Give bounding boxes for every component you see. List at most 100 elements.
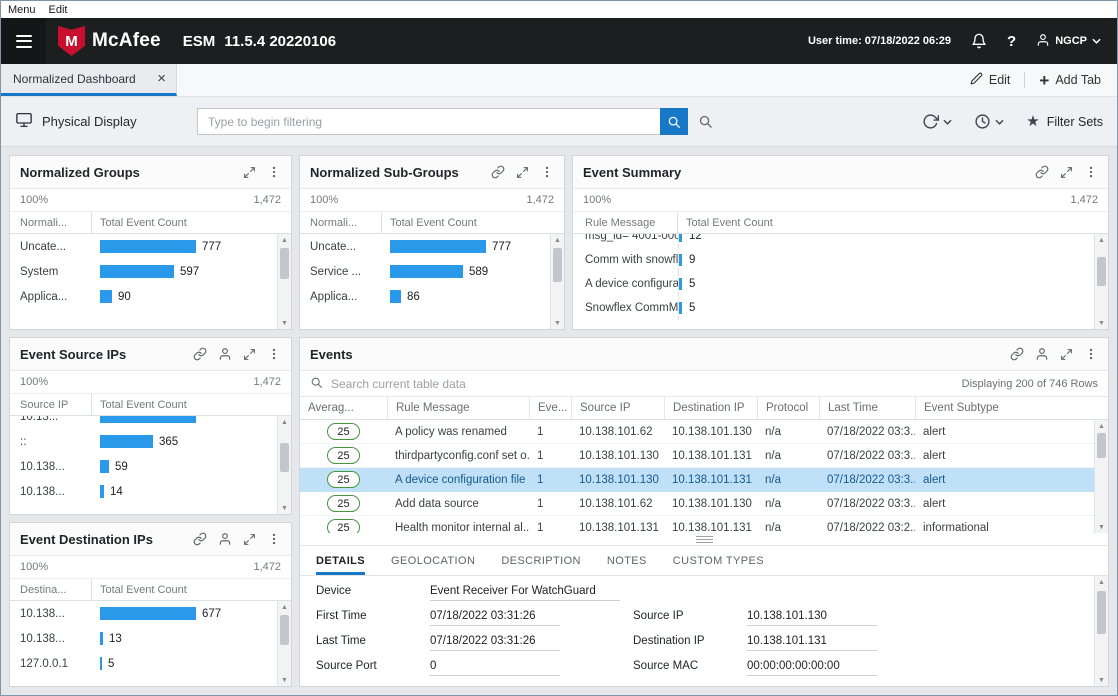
- add-tab-button[interactable]: + Add Tab: [1039, 72, 1101, 89]
- filter-input[interactable]: [197, 108, 660, 135]
- scroll-track[interactable]: [278, 613, 291, 674]
- close-tab-icon[interactable]: ×: [157, 71, 166, 86]
- detail-tab-custom-types[interactable]: CUSTOM TYPES: [673, 546, 764, 575]
- scroll-up-icon[interactable]: ▲: [278, 416, 291, 428]
- menu-item-menu[interactable]: Menu: [8, 4, 36, 16]
- kebab-icon[interactable]: [267, 532, 281, 546]
- event-row[interactable]: 25A device configuration file ...110.138…: [300, 468, 1094, 492]
- scroll-up-icon[interactable]: ▲: [1095, 420, 1108, 432]
- scroll-thumb[interactable]: [1097, 433, 1106, 458]
- summary-row[interactable]: A device configurat...5: [573, 272, 1094, 296]
- expand-icon[interactable]: [1060, 166, 1073, 179]
- scroll-down-icon[interactable]: ▼: [1095, 317, 1108, 329]
- scroll-track[interactable]: [1095, 246, 1108, 317]
- detail-tab-geolocation[interactable]: GEOLOCATION: [391, 546, 475, 575]
- vertical-scrollbar[interactable]: ▲▼: [277, 416, 291, 514]
- detail-tab-notes[interactable]: NOTES: [607, 546, 647, 575]
- bar-row[interactable]: 10.138...14: [10, 479, 277, 504]
- column-header[interactable]: Total Event Count: [678, 212, 773, 233]
- scroll-thumb[interactable]: [280, 615, 289, 646]
- vertical-scrollbar[interactable]: ▲▼: [550, 234, 564, 329]
- column-header[interactable]: Total Event Count: [382, 212, 477, 233]
- scroll-down-icon[interactable]: ▼: [278, 674, 291, 686]
- expand-icon[interactable]: [1060, 348, 1073, 361]
- bar-row[interactable]: 10.13...: [10, 416, 277, 429]
- scroll-down-icon[interactable]: ▼: [278, 317, 291, 329]
- events-column-header[interactable]: Eve...: [529, 397, 571, 419]
- kebab-icon[interactable]: [1084, 165, 1098, 179]
- summary-row[interactable]: msg_id= 4001-000...12: [573, 234, 1094, 248]
- scroll-up-icon[interactable]: ▲: [1095, 576, 1108, 588]
- event-row[interactable]: 25thirdpartyconfig.conf set o...110.138.…: [300, 444, 1094, 468]
- scroll-track[interactable]: [278, 428, 291, 502]
- tab-normalized-dashboard[interactable]: Normalized Dashboard ×: [1, 64, 177, 96]
- events-column-header[interactable]: Event Subtype: [915, 397, 1094, 419]
- events-scrollbar[interactable]: ▲▼: [1094, 420, 1108, 533]
- scroll-up-icon[interactable]: ▲: [1095, 234, 1108, 246]
- summary-row[interactable]: Snowflex CommMg...5: [573, 296, 1094, 320]
- kebab-icon[interactable]: [267, 165, 281, 179]
- detail-tab-details[interactable]: DETAILS: [316, 546, 365, 575]
- user-icon[interactable]: [1035, 347, 1049, 361]
- menu-item-edit[interactable]: Edit: [49, 4, 68, 16]
- events-column-header[interactable]: Destination IP: [664, 397, 757, 419]
- bar-row[interactable]: 10.138...13: [10, 626, 277, 651]
- kebab-icon[interactable]: [267, 347, 281, 361]
- bar-row[interactable]: 127.0.0.15: [10, 651, 277, 676]
- scroll-thumb[interactable]: [553, 248, 562, 282]
- column-header[interactable]: Rule Message: [573, 212, 678, 233]
- resize-grip[interactable]: [300, 533, 1108, 546]
- kebab-icon[interactable]: [1084, 347, 1098, 361]
- physical-display-selector[interactable]: Physical Display: [15, 111, 197, 132]
- scroll-up-icon[interactable]: ▲: [278, 234, 291, 246]
- filter-sets-button[interactable]: ★ Filter Sets: [1026, 114, 1103, 129]
- scroll-track[interactable]: [1095, 432, 1108, 521]
- scroll-track[interactable]: [1095, 588, 1108, 674]
- bar-row[interactable]: 10.138...59: [10, 454, 277, 479]
- column-header[interactable]: Source IP: [10, 394, 92, 415]
- events-column-header[interactable]: Protocol: [757, 397, 819, 419]
- column-header[interactable]: Normali...: [10, 212, 92, 233]
- notifications-bell-icon[interactable]: [971, 33, 987, 49]
- expand-icon[interactable]: [243, 348, 256, 361]
- scroll-down-icon[interactable]: ▼: [1095, 674, 1108, 686]
- scroll-thumb[interactable]: [280, 248, 289, 279]
- bar-row[interactable]: Uncate...777: [10, 234, 277, 259]
- column-header[interactable]: Total Event Count: [92, 579, 187, 600]
- scroll-thumb[interactable]: [1097, 591, 1106, 634]
- scroll-thumb[interactable]: [1097, 257, 1106, 285]
- expand-icon[interactable]: [243, 166, 256, 179]
- expand-icon[interactable]: [516, 166, 529, 179]
- bar-row[interactable]: Service ...589: [300, 259, 550, 284]
- scroll-thumb[interactable]: [280, 443, 289, 473]
- expand-icon[interactable]: [243, 533, 256, 546]
- events-column-header[interactable]: Last Time: [819, 397, 915, 419]
- scroll-down-icon[interactable]: ▼: [278, 502, 291, 514]
- bar-row[interactable]: Uncate...777: [300, 234, 550, 259]
- user-icon[interactable]: [218, 347, 232, 361]
- column-header[interactable]: Total Event Count: [92, 212, 187, 233]
- column-header[interactable]: Normali...: [300, 212, 382, 233]
- details-scrollbar[interactable]: ▲▼: [1094, 576, 1108, 686]
- bar-row[interactable]: Applica...90: [10, 284, 277, 309]
- bar-row[interactable]: ::365: [10, 429, 277, 454]
- bar-row[interactable]: System597: [10, 259, 277, 284]
- vertical-scrollbar[interactable]: ▲▼: [277, 601, 291, 686]
- scroll-up-icon[interactable]: ▲: [278, 601, 291, 613]
- link-icon[interactable]: [491, 165, 505, 179]
- events-column-header[interactable]: Averag...: [300, 397, 387, 419]
- link-icon[interactable]: [1035, 165, 1049, 179]
- event-row[interactable]: 25A policy was renamed110.138.101.6210.1…: [300, 420, 1094, 444]
- user-menu[interactable]: NGCP: [1036, 33, 1101, 50]
- column-header[interactable]: Destina...: [10, 579, 92, 600]
- kebab-icon[interactable]: [540, 165, 554, 179]
- event-row[interactable]: 25Add data source110.138.101.6210.138.10…: [300, 492, 1094, 516]
- events-column-header[interactable]: Rule Message: [387, 397, 529, 419]
- bar-row[interactable]: Applica...86: [300, 284, 550, 309]
- hamburger-menu-icon[interactable]: [1, 18, 46, 64]
- scroll-down-icon[interactable]: ▼: [551, 317, 564, 329]
- vertical-scrollbar[interactable]: ▲▼: [1094, 234, 1108, 329]
- scroll-down-icon[interactable]: ▼: [1095, 521, 1108, 533]
- scroll-track[interactable]: [278, 246, 291, 317]
- event-row[interactable]: 25Health monitor internal al...110.138.1…: [300, 516, 1094, 533]
